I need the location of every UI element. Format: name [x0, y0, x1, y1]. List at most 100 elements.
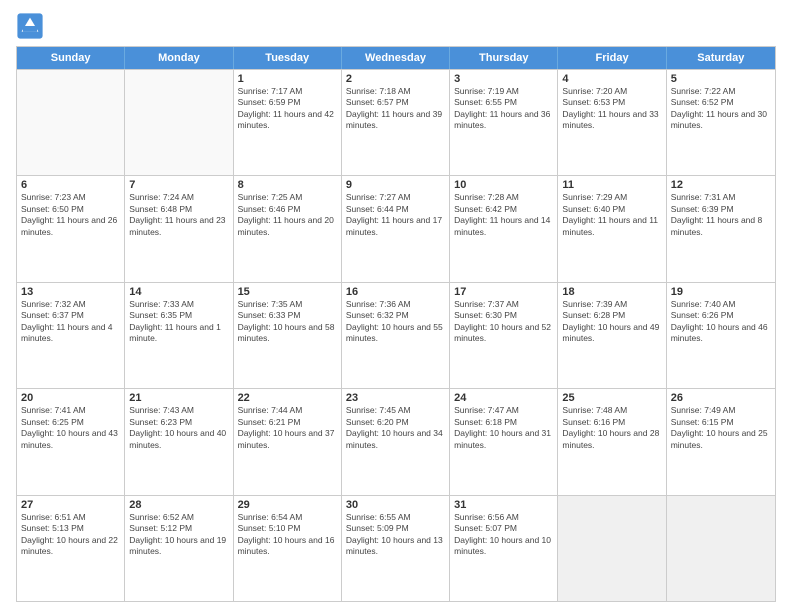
day-number: 13	[21, 286, 120, 298]
empty-cell	[558, 496, 666, 601]
cell-info: Sunrise: 7:17 AM Sunset: 6:59 PM Dayligh…	[238, 86, 337, 132]
day-header-tuesday: Tuesday	[234, 47, 342, 69]
day-cell-15: 15Sunrise: 7:35 AM Sunset: 6:33 PM Dayli…	[234, 283, 342, 388]
day-number: 23	[346, 392, 445, 404]
cell-info: Sunrise: 7:23 AM Sunset: 6:50 PM Dayligh…	[21, 192, 120, 238]
day-number: 21	[129, 392, 228, 404]
day-number: 16	[346, 286, 445, 298]
cell-info: Sunrise: 6:52 AM Sunset: 5:12 PM Dayligh…	[129, 512, 228, 558]
cell-info: Sunrise: 7:39 AM Sunset: 6:28 PM Dayligh…	[562, 299, 661, 345]
day-number: 6	[21, 179, 120, 191]
day-cell-31: 31Sunrise: 6:56 AM Sunset: 5:07 PM Dayli…	[450, 496, 558, 601]
cell-info: Sunrise: 7:18 AM Sunset: 6:57 PM Dayligh…	[346, 86, 445, 132]
cell-info: Sunrise: 7:44 AM Sunset: 6:21 PM Dayligh…	[238, 405, 337, 451]
empty-cell	[125, 70, 233, 175]
cell-info: Sunrise: 7:36 AM Sunset: 6:32 PM Dayligh…	[346, 299, 445, 345]
day-number: 10	[454, 179, 553, 191]
day-cell-30: 30Sunrise: 6:55 AM Sunset: 5:09 PM Dayli…	[342, 496, 450, 601]
cell-info: Sunrise: 7:35 AM Sunset: 6:33 PM Dayligh…	[238, 299, 337, 345]
empty-cell	[667, 496, 775, 601]
day-cell-4: 4Sunrise: 7:20 AM Sunset: 6:53 PM Daylig…	[558, 70, 666, 175]
day-cell-26: 26Sunrise: 7:49 AM Sunset: 6:15 PM Dayli…	[667, 389, 775, 494]
day-cell-1: 1Sunrise: 7:17 AM Sunset: 6:59 PM Daylig…	[234, 70, 342, 175]
day-number: 11	[562, 179, 661, 191]
day-cell-12: 12Sunrise: 7:31 AM Sunset: 6:39 PM Dayli…	[667, 176, 775, 281]
day-number: 29	[238, 499, 337, 511]
day-cell-7: 7Sunrise: 7:24 AM Sunset: 6:48 PM Daylig…	[125, 176, 233, 281]
day-cell-22: 22Sunrise: 7:44 AM Sunset: 6:21 PM Dayli…	[234, 389, 342, 494]
day-cell-2: 2Sunrise: 7:18 AM Sunset: 6:57 PM Daylig…	[342, 70, 450, 175]
cell-info: Sunrise: 7:27 AM Sunset: 6:44 PM Dayligh…	[346, 192, 445, 238]
day-number: 19	[671, 286, 771, 298]
cell-info: Sunrise: 7:43 AM Sunset: 6:23 PM Dayligh…	[129, 405, 228, 451]
day-number: 15	[238, 286, 337, 298]
cell-info: Sunrise: 7:22 AM Sunset: 6:52 PM Dayligh…	[671, 86, 771, 132]
cell-info: Sunrise: 7:19 AM Sunset: 6:55 PM Dayligh…	[454, 86, 553, 132]
day-number: 28	[129, 499, 228, 511]
calendar-header: SundayMondayTuesdayWednesdayThursdayFrid…	[17, 47, 775, 69]
week-row-5: 27Sunrise: 6:51 AM Sunset: 5:13 PM Dayli…	[17, 495, 775, 601]
calendar: SundayMondayTuesdayWednesdayThursdayFrid…	[16, 46, 776, 602]
day-cell-14: 14Sunrise: 7:33 AM Sunset: 6:35 PM Dayli…	[125, 283, 233, 388]
page: SundayMondayTuesdayWednesdayThursdayFrid…	[0, 0, 792, 612]
day-cell-5: 5Sunrise: 7:22 AM Sunset: 6:52 PM Daylig…	[667, 70, 775, 175]
logo-icon	[16, 12, 44, 40]
cell-info: Sunrise: 7:37 AM Sunset: 6:30 PM Dayligh…	[454, 299, 553, 345]
day-cell-10: 10Sunrise: 7:28 AM Sunset: 6:42 PM Dayli…	[450, 176, 558, 281]
day-cell-19: 19Sunrise: 7:40 AM Sunset: 6:26 PM Dayli…	[667, 283, 775, 388]
day-number: 8	[238, 179, 337, 191]
day-cell-17: 17Sunrise: 7:37 AM Sunset: 6:30 PM Dayli…	[450, 283, 558, 388]
day-cell-29: 29Sunrise: 6:54 AM Sunset: 5:10 PM Dayli…	[234, 496, 342, 601]
day-cell-24: 24Sunrise: 7:47 AM Sunset: 6:18 PM Dayli…	[450, 389, 558, 494]
cell-info: Sunrise: 7:47 AM Sunset: 6:18 PM Dayligh…	[454, 405, 553, 451]
day-number: 12	[671, 179, 771, 191]
week-row-1: 1Sunrise: 7:17 AM Sunset: 6:59 PM Daylig…	[17, 69, 775, 175]
cell-info: Sunrise: 6:56 AM Sunset: 5:07 PM Dayligh…	[454, 512, 553, 558]
day-number: 1	[238, 73, 337, 85]
day-number: 26	[671, 392, 771, 404]
day-number: 9	[346, 179, 445, 191]
cell-info: Sunrise: 7:49 AM Sunset: 6:15 PM Dayligh…	[671, 405, 771, 451]
week-row-4: 20Sunrise: 7:41 AM Sunset: 6:25 PM Dayli…	[17, 388, 775, 494]
cell-info: Sunrise: 7:41 AM Sunset: 6:25 PM Dayligh…	[21, 405, 120, 451]
day-cell-13: 13Sunrise: 7:32 AM Sunset: 6:37 PM Dayli…	[17, 283, 125, 388]
day-header-thursday: Thursday	[450, 47, 558, 69]
cell-info: Sunrise: 7:33 AM Sunset: 6:35 PM Dayligh…	[129, 299, 228, 345]
logo	[16, 12, 48, 40]
day-number: 30	[346, 499, 445, 511]
day-cell-16: 16Sunrise: 7:36 AM Sunset: 6:32 PM Dayli…	[342, 283, 450, 388]
day-cell-27: 27Sunrise: 6:51 AM Sunset: 5:13 PM Dayli…	[17, 496, 125, 601]
day-cell-11: 11Sunrise: 7:29 AM Sunset: 6:40 PM Dayli…	[558, 176, 666, 281]
cell-info: Sunrise: 7:40 AM Sunset: 6:26 PM Dayligh…	[671, 299, 771, 345]
empty-cell	[17, 70, 125, 175]
day-number: 18	[562, 286, 661, 298]
day-cell-23: 23Sunrise: 7:45 AM Sunset: 6:20 PM Dayli…	[342, 389, 450, 494]
cell-info: Sunrise: 7:28 AM Sunset: 6:42 PM Dayligh…	[454, 192, 553, 238]
day-cell-20: 20Sunrise: 7:41 AM Sunset: 6:25 PM Dayli…	[17, 389, 125, 494]
cell-info: Sunrise: 7:32 AM Sunset: 6:37 PM Dayligh…	[21, 299, 120, 345]
day-header-wednesday: Wednesday	[342, 47, 450, 69]
day-cell-6: 6Sunrise: 7:23 AM Sunset: 6:50 PM Daylig…	[17, 176, 125, 281]
week-row-3: 13Sunrise: 7:32 AM Sunset: 6:37 PM Dayli…	[17, 282, 775, 388]
cell-info: Sunrise: 6:54 AM Sunset: 5:10 PM Dayligh…	[238, 512, 337, 558]
day-number: 20	[21, 392, 120, 404]
day-number: 4	[562, 73, 661, 85]
day-header-saturday: Saturday	[667, 47, 775, 69]
calendar-body: 1Sunrise: 7:17 AM Sunset: 6:59 PM Daylig…	[17, 69, 775, 601]
cell-info: Sunrise: 7:31 AM Sunset: 6:39 PM Dayligh…	[671, 192, 771, 238]
day-cell-3: 3Sunrise: 7:19 AM Sunset: 6:55 PM Daylig…	[450, 70, 558, 175]
header	[16, 12, 776, 40]
day-number: 24	[454, 392, 553, 404]
day-number: 17	[454, 286, 553, 298]
day-number: 5	[671, 73, 771, 85]
day-number: 27	[21, 499, 120, 511]
day-number: 14	[129, 286, 228, 298]
day-cell-9: 9Sunrise: 7:27 AM Sunset: 6:44 PM Daylig…	[342, 176, 450, 281]
cell-info: Sunrise: 6:51 AM Sunset: 5:13 PM Dayligh…	[21, 512, 120, 558]
day-cell-21: 21Sunrise: 7:43 AM Sunset: 6:23 PM Dayli…	[125, 389, 233, 494]
day-cell-8: 8Sunrise: 7:25 AM Sunset: 6:46 PM Daylig…	[234, 176, 342, 281]
day-number: 22	[238, 392, 337, 404]
cell-info: Sunrise: 7:25 AM Sunset: 6:46 PM Dayligh…	[238, 192, 337, 238]
cell-info: Sunrise: 7:45 AM Sunset: 6:20 PM Dayligh…	[346, 405, 445, 451]
day-number: 25	[562, 392, 661, 404]
